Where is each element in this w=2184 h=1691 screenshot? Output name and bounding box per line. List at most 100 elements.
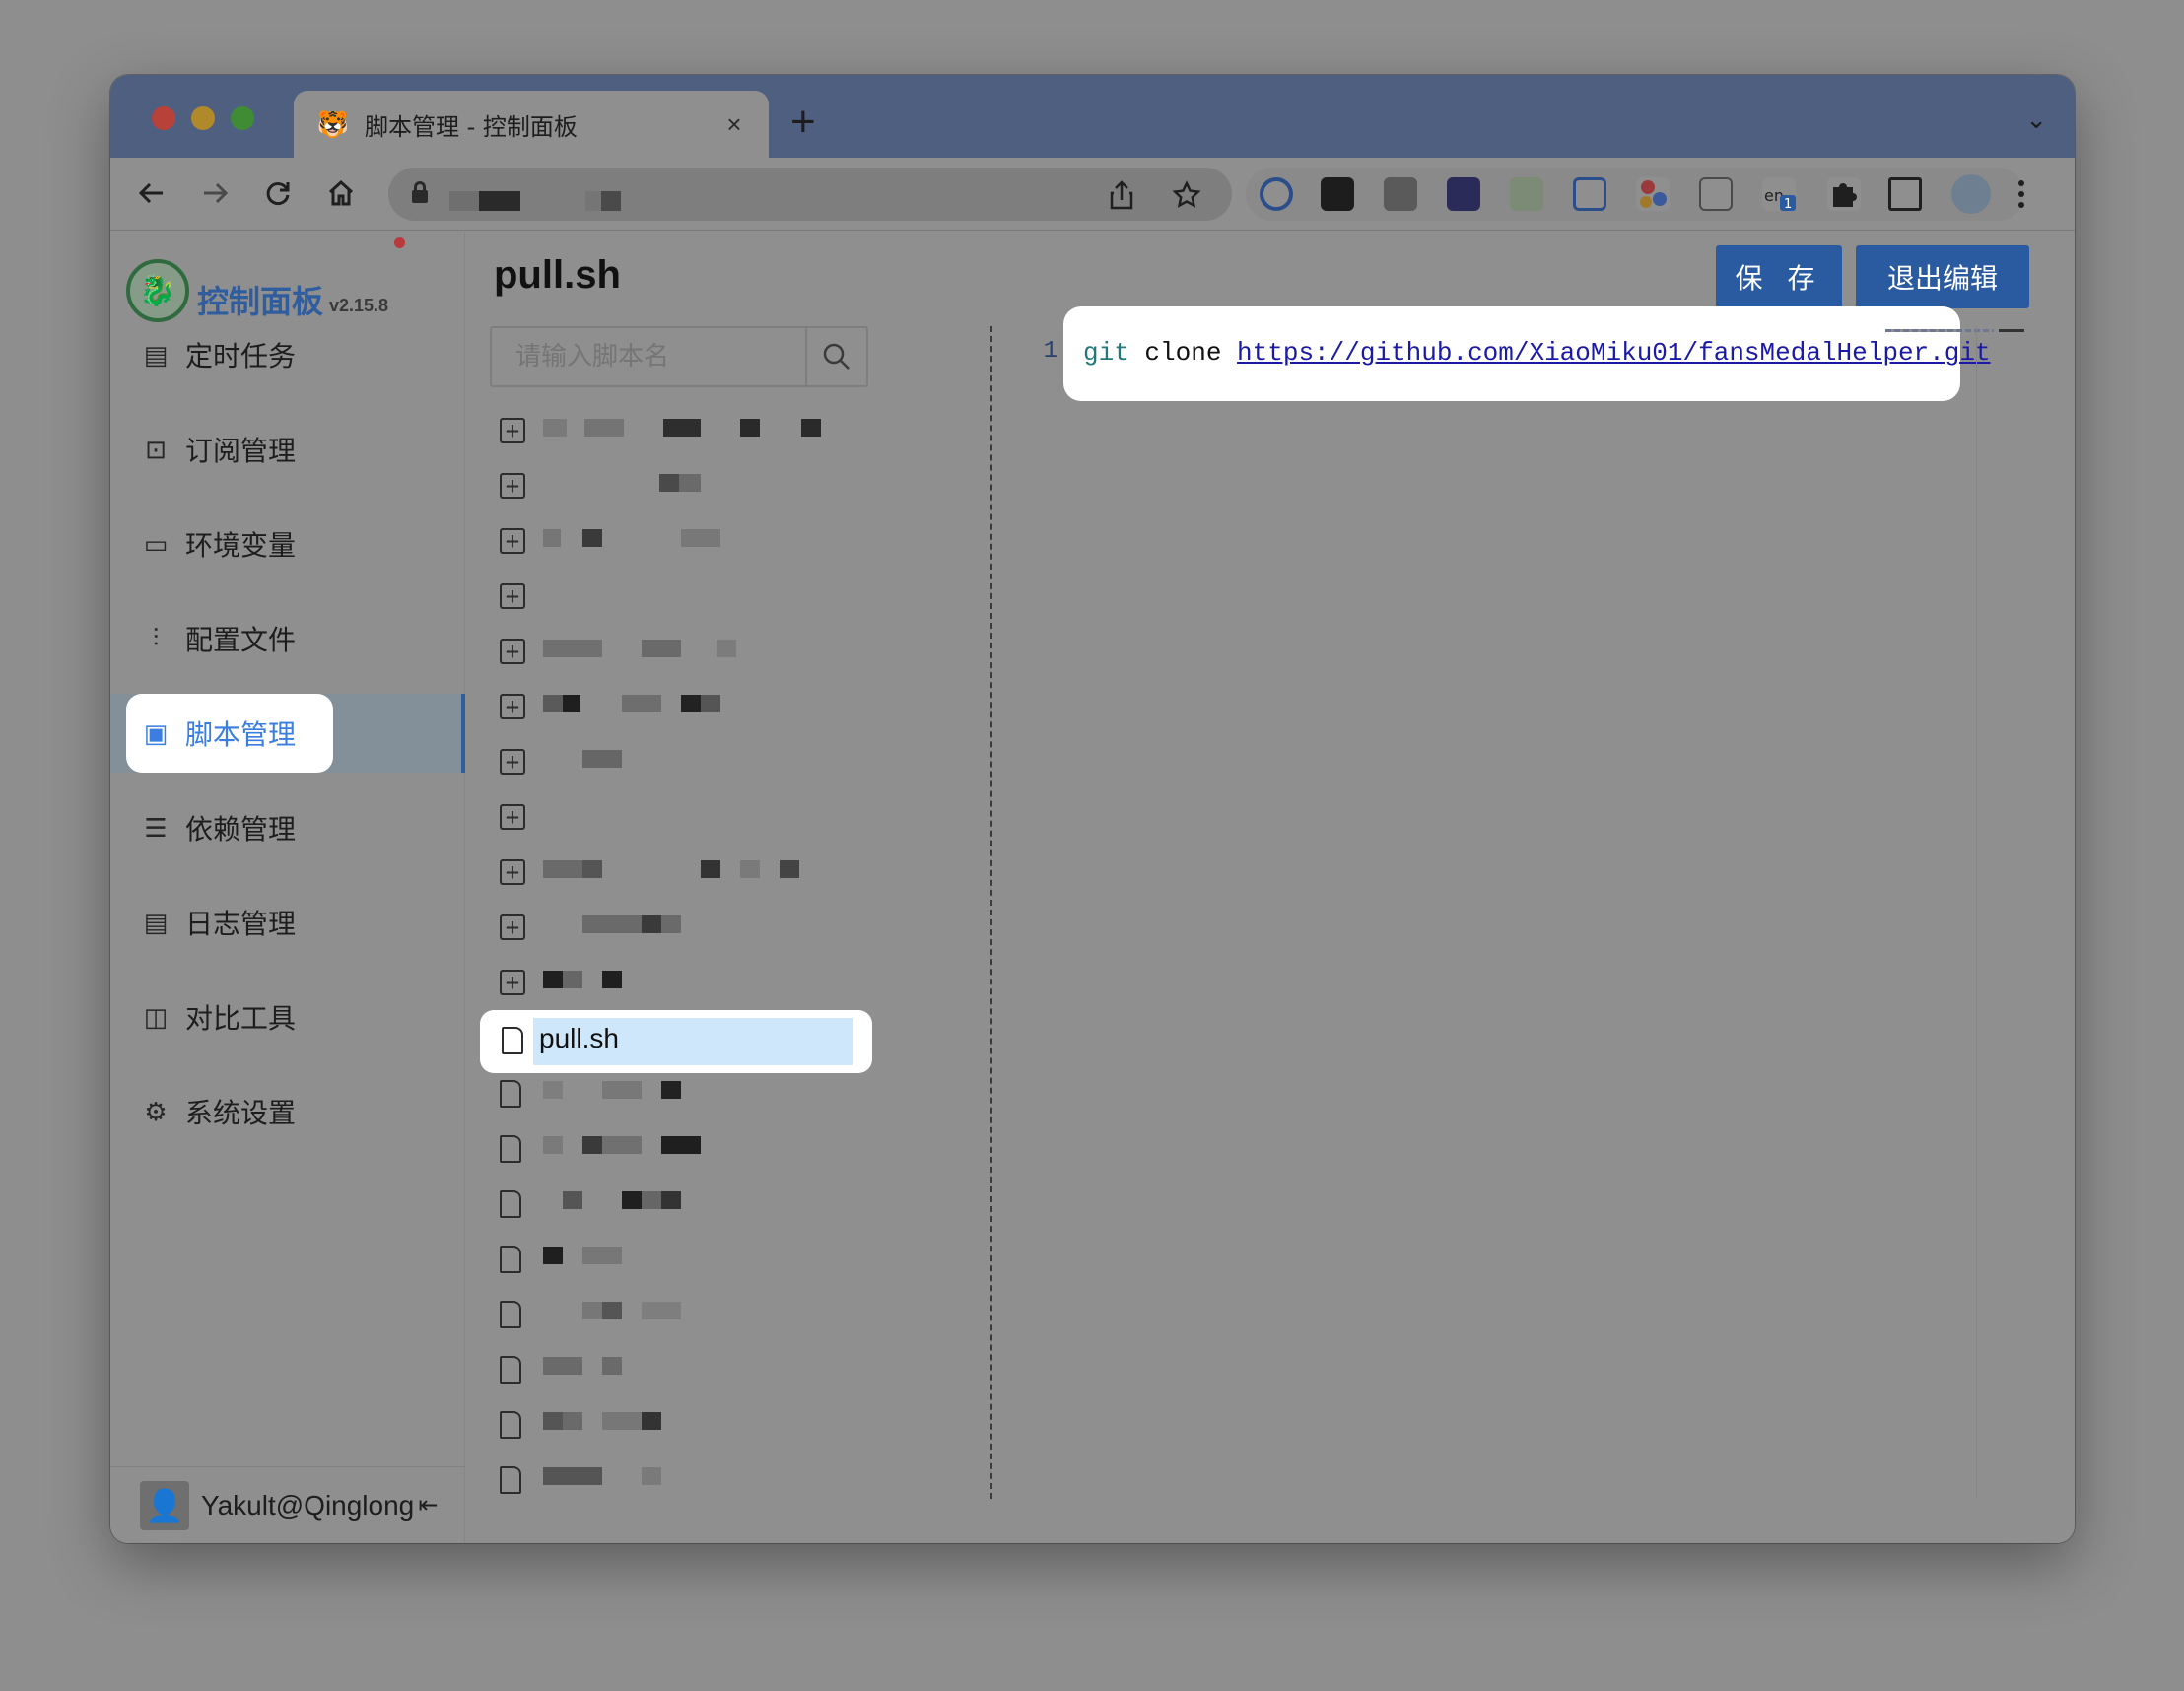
- molecule-extension-icon[interactable]: [1636, 177, 1670, 211]
- tree-folder[interactable]: +: [490, 681, 864, 736]
- document-extension-icon[interactable]: [1699, 177, 1733, 211]
- user-bar[interactable]: 👤 Yakult@Qinglong ⇤: [110, 1466, 465, 1543]
- tree-file[interactable]: [490, 1398, 864, 1454]
- expand-folder-icon[interactable]: +: [500, 583, 525, 609]
- tab-search-chevron-icon[interactable]: ⌄: [2025, 104, 2047, 135]
- expand-folder-icon[interactable]: +: [500, 749, 525, 775]
- version-label: v2.15.8: [329, 296, 389, 315]
- sidebar-item-label: 环境变量: [185, 529, 297, 562]
- minimap-preview: [1885, 329, 1994, 332]
- tree-file[interactable]: [490, 1233, 864, 1288]
- close-window-button[interactable]: [152, 106, 175, 130]
- expand-folder-icon[interactable]: +: [500, 418, 525, 443]
- code-editor[interactable]: 1 git clone https://github.com/XiaoMiku0…: [1018, 306, 2017, 1499]
- expand-folder-icon[interactable]: +: [500, 859, 525, 885]
- new-tab-button[interactable]: +: [790, 101, 816, 144]
- tree-folder[interactable]: +: [490, 736, 864, 791]
- tree-folder[interactable]: +: [490, 957, 864, 1012]
- translate-extension-icon[interactable]: en 1: [1762, 177, 1796, 212]
- file-icon: [500, 1466, 521, 1494]
- expand-folder-icon[interactable]: +: [500, 528, 525, 554]
- tree-file-label: pull.sh: [539, 1023, 619, 1053]
- star-icon[interactable]: [1169, 177, 1204, 213]
- subscription-icon: ⊡: [145, 434, 167, 464]
- tree-file[interactable]: [490, 1454, 864, 1509]
- tree-folder[interactable]: +: [490, 571, 864, 626]
- script-search-input[interactable]: [515, 342, 811, 372]
- sidebar-item-cron[interactable]: ▤ 定时任务: [110, 315, 465, 394]
- active-item-highlight: ▣ 脚本管理: [126, 694, 333, 773]
- tree-file[interactable]: [490, 1067, 864, 1122]
- panel-divider[interactable]: [990, 326, 992, 1499]
- collapse-sidebar-icon[interactable]: ⇤: [418, 1491, 438, 1520]
- code-url-link[interactable]: https://github.com/XiaoMiku01/fansMedalH…: [1237, 338, 1991, 368]
- minimize-window-button[interactable]: [191, 106, 215, 130]
- expand-folder-icon[interactable]: +: [500, 639, 525, 664]
- exit-edit-button[interactable]: 退出编辑: [1856, 245, 2029, 308]
- home-icon[interactable]: [319, 171, 363, 215]
- share-icon[interactable]: [1104, 177, 1139, 213]
- file-icon: [500, 1135, 521, 1163]
- new-badge-extension-icon[interactable]: [1384, 177, 1417, 211]
- editor-scrollbar[interactable]: [1976, 326, 1977, 1499]
- tree-file[interactable]: [490, 1343, 864, 1398]
- brand-logo[interactable]: 🐉 控制面板 v2.15.8: [126, 259, 388, 322]
- sidebar-item-subscriptions[interactable]: ⊡ 订阅管理: [110, 410, 465, 489]
- expand-folder-icon[interactable]: +: [500, 694, 525, 719]
- key-extension-icon[interactable]: [1510, 177, 1543, 211]
- extensions-area: en 1: [1246, 168, 2054, 221]
- glasses-extension-icon[interactable]: [1321, 177, 1354, 211]
- minimap-slider[interactable]: [1999, 329, 2024, 332]
- tree-folder[interactable]: +: [490, 405, 864, 460]
- reload-icon[interactable]: [256, 171, 300, 215]
- sidebar-item-label: 系统设置: [185, 1097, 297, 1129]
- kebab-menu-icon[interactable]: [2016, 177, 2026, 211]
- sidebar-item-scripts[interactable]: ▣ 脚本管理: [110, 694, 465, 773]
- search-icon[interactable]: [805, 328, 866, 385]
- back-arrow-icon[interactable]: [130, 171, 173, 215]
- tree-file[interactable]: [490, 1178, 864, 1233]
- tab-strip: 🐯 脚本管理 - 控制面板 × + ⌄: [110, 75, 2075, 158]
- code-argument: clone: [1128, 338, 1238, 368]
- user-avatar-icon: 👤: [140, 1480, 189, 1530]
- zoom-window-button[interactable]: [231, 106, 254, 130]
- sidebar-item-config[interactable]: ⫶ 配置文件: [110, 599, 465, 678]
- save-button[interactable]: 保 存: [1716, 245, 1842, 308]
- tree-folder[interactable]: +: [490, 902, 864, 957]
- sidebar-item-dependencies[interactable]: ☰ 依赖管理: [110, 788, 465, 867]
- forward-arrow-icon[interactable]: [193, 171, 237, 215]
- tree-file-selected[interactable]: pull.sh: [480, 1010, 872, 1073]
- sidebar-item-label: 脚本管理: [185, 718, 297, 751]
- puzzle-extensions-icon[interactable]: [1827, 177, 1861, 211]
- tree-folder[interactable]: +: [490, 846, 864, 902]
- browser-tab-active[interactable]: 🐯 脚本管理 - 控制面板 ×: [294, 91, 769, 158]
- address-bar[interactable]: [388, 168, 1232, 221]
- expand-folder-icon[interactable]: +: [500, 970, 525, 995]
- profile-avatar-icon[interactable]: [1951, 174, 1991, 214]
- tab-close-icon[interactable]: ×: [717, 107, 751, 141]
- side-panel-icon[interactable]: [1888, 177, 1922, 211]
- tree-folder[interactable]: +: [490, 515, 864, 571]
- tree-folder[interactable]: +: [490, 791, 864, 846]
- expand-folder-icon[interactable]: +: [500, 914, 525, 940]
- password-manager-extension-icon[interactable]: [1260, 177, 1293, 211]
- tree-folder[interactable]: +: [490, 460, 864, 515]
- expand-folder-icon[interactable]: +: [500, 804, 525, 830]
- tree-folder[interactable]: +: [490, 626, 864, 681]
- svg-text:1: 1: [1784, 197, 1792, 211]
- sidebar-item-diff[interactable]: ◫ 对比工具: [110, 978, 465, 1056]
- sidebar: 🐉 控制面板 v2.15.8 ▤ 定时任务 ⊡ 订阅管理 ▭ 环境变量 ⫶ 配置…: [110, 232, 465, 1543]
- expand-folder-icon[interactable]: +: [500, 473, 525, 499]
- tree-file[interactable]: [490, 1122, 864, 1178]
- window-extension-icon[interactable]: [1573, 177, 1606, 211]
- sidebar-item-env[interactable]: ▭ 环境变量: [110, 505, 465, 583]
- file-icon: [500, 1301, 521, 1328]
- url-redacted: [449, 191, 479, 211]
- page-title: pull.sh: [494, 253, 621, 297]
- code-line[interactable]: git clone https://github.com/XiaoMiku01/…: [1083, 338, 1991, 368]
- tree-file[interactable]: [490, 1288, 864, 1343]
- ghost-extension-icon[interactable]: [1447, 177, 1480, 211]
- sidebar-item-logs[interactable]: ▤ 日志管理: [110, 883, 465, 962]
- script-search: [490, 326, 868, 387]
- sidebar-item-settings[interactable]: ⚙ 系统设置: [110, 1072, 465, 1151]
